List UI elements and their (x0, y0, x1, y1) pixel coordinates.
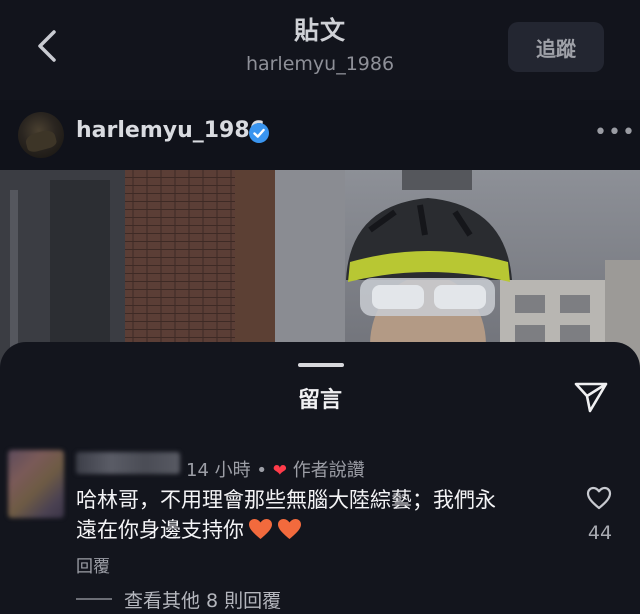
heart-icon: ❤ (272, 461, 287, 481)
post-photo (0, 170, 640, 370)
like-count: 44 (587, 522, 613, 544)
page-title: 貼文 (293, 16, 346, 45)
sheet-grabber[interactable] (298, 363, 344, 367)
post-header: harlemyu_1986 ••• (0, 104, 640, 164)
comment-text-line1: 哈林哥，不用理會那些無腦大陸綜藝；我們永 (76, 488, 496, 512)
reply-button[interactable]: 回覆 (76, 552, 110, 577)
follow-button[interactable]: 追蹤 (508, 22, 604, 72)
author-liked-label: 作者說讚 (292, 460, 365, 481)
comments-title: 留言 (297, 388, 342, 413)
avatar[interactable] (18, 112, 64, 158)
back-button[interactable] (30, 26, 66, 66)
comments-sheet: 留言 14 小時 • ❤ 作者說讚 哈林哥，不用理會那些無腦大陸綜藝；我們永 遠… (0, 342, 640, 614)
verified-badge-icon (249, 123, 269, 143)
top-app-bar: 貼文 harlemyu_1986 追蹤 (0, 0, 640, 100)
more-horizontal-icon[interactable]: ••• (594, 122, 635, 146)
chevron-left-icon (38, 30, 56, 62)
view-more-replies-button[interactable]: 查看其他 8 則回覆 (124, 586, 281, 613)
comment-time: 14 小時 (186, 460, 251, 481)
commenter-avatar[interactable] (8, 450, 64, 518)
comment-meta: 14 小時 • ❤ 作者說讚 (186, 456, 365, 482)
comment-text-line2: 遠在你身邊支持你 (76, 518, 244, 542)
page-subtitle: harlemyu_1986 (245, 53, 395, 75)
comment-text-line2-wrap: 遠在你身邊支持你 (76, 515, 556, 545)
photo-illustration (0, 170, 640, 370)
replies-divider (76, 598, 112, 600)
comment-text: 哈林哥，不用理會那些無腦大陸綜藝；我們永 遠在你身邊支持你 (76, 485, 556, 545)
meta-separator: • (256, 460, 267, 481)
send-icon[interactable] (573, 380, 609, 414)
commenter-name-redacted[interactable] (76, 452, 180, 474)
post-username[interactable]: harlemyu_1986 (76, 118, 265, 143)
orange-heart-emoji-icon (278, 519, 301, 539)
orange-heart-emoji-icon (249, 519, 272, 539)
title-block: 貼文 harlemyu_1986 (180, 14, 460, 78)
heart-outline-icon[interactable] (586, 486, 612, 510)
